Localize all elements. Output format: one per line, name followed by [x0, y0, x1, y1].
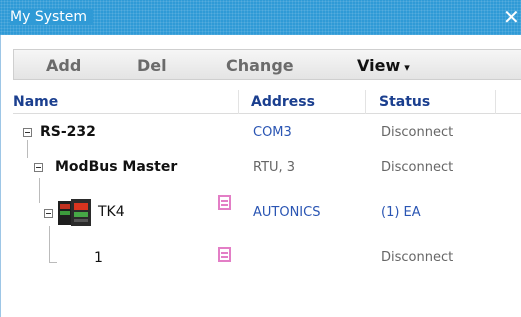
node-address: RTU, 3	[253, 160, 296, 175]
collapse-icon[interactable]	[44, 209, 53, 218]
column-name-header[interactable]: Name	[13, 94, 58, 110]
delete-button[interactable]: Del	[137, 56, 167, 75]
column-header: Name Address Status	[13, 90, 521, 114]
column-divider[interactable]	[495, 90, 496, 114]
node-status: Disconnect	[381, 125, 454, 140]
tree-row-item-1[interactable]: 1 Disconnect	[13, 245, 521, 269]
tree-row-tk4[interactable]: TK4 AUTONICS (1) EA	[13, 195, 521, 231]
device-icon	[58, 199, 91, 226]
toolbar: Add Del Change View ▾	[13, 49, 521, 80]
column-divider[interactable]	[365, 90, 366, 114]
collapse-icon[interactable]	[34, 163, 43, 172]
tree-row-rs232[interactable]: RS-232 COM3 Disconnect	[13, 123, 521, 147]
close-icon[interactable]: ✕	[503, 4, 521, 30]
node-name: TK4	[98, 204, 125, 220]
title-bar: My System ✕	[0, 0, 521, 35]
system-panel: Add Del Change View ▾ Name Address Status…	[0, 35, 521, 317]
view-label: View	[357, 56, 401, 75]
collapse-icon[interactable]	[23, 128, 32, 137]
node-address: COM3	[253, 125, 292, 140]
memory-icon[interactable]	[218, 247, 231, 262]
memory-icon[interactable]	[218, 195, 231, 210]
column-divider[interactable]	[238, 90, 239, 114]
window-title: My System	[10, 9, 94, 25]
node-status: Disconnect	[381, 250, 454, 265]
add-button[interactable]: Add	[46, 56, 81, 75]
node-status: Disconnect	[381, 160, 454, 175]
view-menu-button[interactable]: View ▾	[357, 56, 410, 75]
node-status: (1) EA	[381, 205, 421, 220]
node-name: ModBus Master	[55, 159, 178, 175]
node-name: 1	[94, 250, 103, 266]
node-address: AUTONICS	[253, 205, 321, 220]
column-address-header[interactable]: Address	[251, 94, 315, 110]
node-name: RS-232	[40, 124, 96, 140]
chevron-down-icon: ▾	[404, 61, 410, 74]
column-status-header[interactable]: Status	[379, 94, 430, 110]
change-button[interactable]: Change	[226, 56, 294, 75]
tree-row-modbus-master[interactable]: ModBus Master RTU, 3 Disconnect	[13, 158, 521, 182]
